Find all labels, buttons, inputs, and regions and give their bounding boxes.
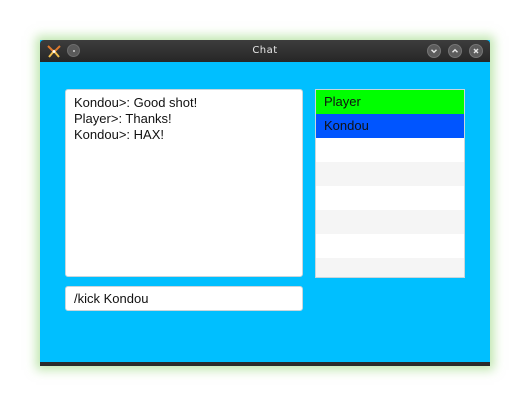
chat-message: Kondou>: Good shot! [74, 95, 198, 110]
player-list-item[interactable]: Player [316, 90, 464, 114]
chat-message: Kondou>: HAX! [74, 127, 164, 142]
minimize-button[interactable] [427, 44, 441, 58]
player-list-empty-row [316, 138, 464, 162]
chat-window: Chat Kondou>: Good shot! Player>: Thanks… [40, 40, 490, 366]
player-list-item[interactable]: Kondou [316, 114, 464, 138]
window-client-area: Kondou>: Good shot! Player>: Thanks! Kon… [40, 62, 490, 362]
desktop-background: Chat Kondou>: Good shot! Player>: Thanks… [0, 0, 530, 407]
player-list-empty-row [316, 210, 464, 234]
maximize-button[interactable] [448, 44, 462, 58]
chat-message: Player>: Thanks! [74, 111, 172, 126]
chevron-up-icon [452, 48, 458, 53]
window-bottom-border [40, 362, 490, 366]
player-list-empty-row [316, 186, 464, 210]
player-list-empty-row [316, 258, 464, 277]
player-list[interactable]: Player Kondou [315, 89, 465, 278]
window-title: Chat [252, 45, 278, 56]
chevron-down-icon [431, 49, 437, 54]
title-bar[interactable]: Chat [40, 40, 490, 62]
chat-input[interactable] [65, 286, 303, 311]
player-list-empty-row [316, 162, 464, 186]
close-icon [473, 48, 479, 54]
chat-log[interactable]: Kondou>: Good shot! Player>: Thanks! Kon… [65, 89, 303, 277]
player-list-empty-row [316, 234, 464, 258]
close-button[interactable] [469, 44, 483, 58]
